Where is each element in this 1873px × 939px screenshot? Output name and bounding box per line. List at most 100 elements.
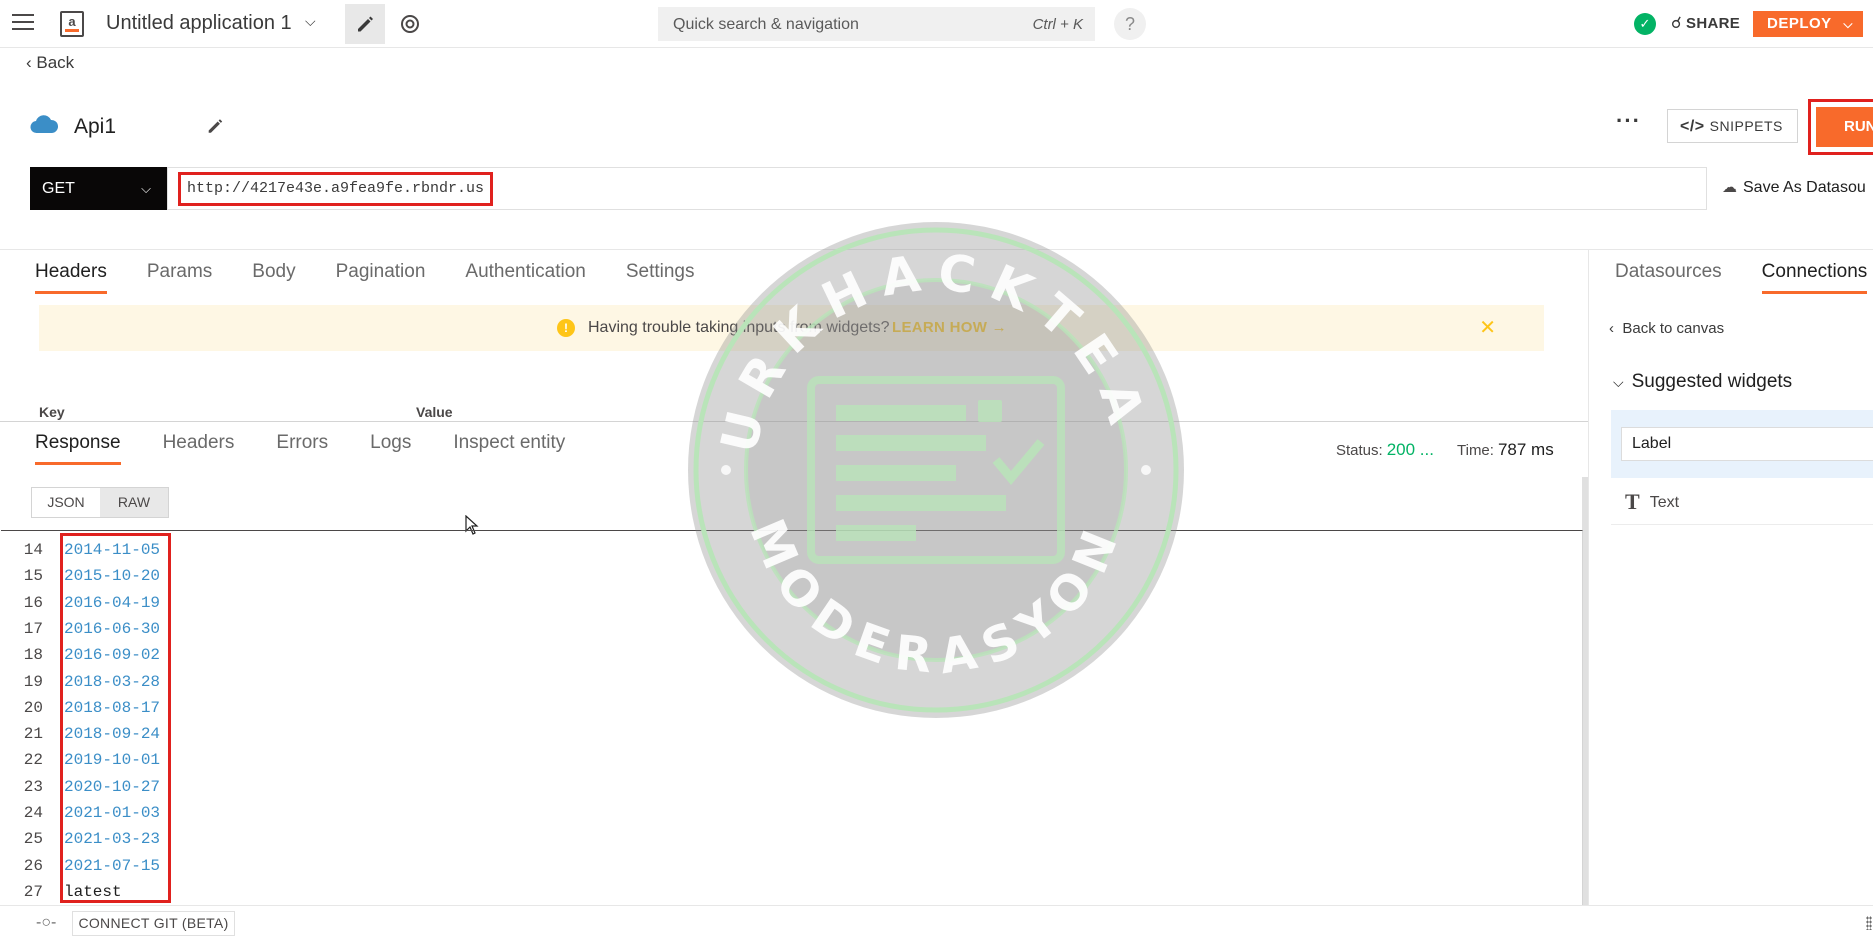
line-number: 18 — [23, 646, 43, 665]
search-placeholder: Quick search & navigation — [673, 16, 859, 33]
line-number: 14 — [23, 541, 43, 559]
text-widget-icon: T — [1625, 489, 1640, 514]
close-icon[interactable]: ✕ — [1479, 315, 1496, 340]
line-number: 25 — [23, 830, 43, 849]
raw-format-button[interactable]: RAW — [100, 488, 168, 517]
share-button[interactable]: ☌ SHARE — [1671, 13, 1740, 33]
response-status: Status: 200 ... — [1336, 440, 1434, 460]
dates-highlight-box — [60, 533, 171, 903]
cloud-icon — [30, 115, 58, 134]
method-value: GET — [42, 180, 75, 197]
chevron-down-icon: ⌵ — [1613, 374, 1624, 390]
tab-body[interactable]: Body — [252, 261, 295, 294]
line-number: 24 — [23, 804, 43, 822]
deploy-button[interactable]: DEPLOY ⌵ — [1753, 11, 1863, 37]
line-number: 21 — [23, 725, 43, 744]
key-column-header: Key — [39, 404, 65, 420]
status-label: Status: — [1336, 442, 1383, 459]
git-commit-icon: -○- — [36, 914, 57, 931]
sidebar-tabs: Datasources Connections — [1615, 261, 1873, 294]
tab-response[interactable]: Response — [35, 432, 121, 465]
back-link[interactable]: ‹ Back — [26, 53, 74, 73]
tab-pagination[interactable]: Pagination — [336, 261, 426, 294]
tab-authentication[interactable]: Authentication — [465, 261, 585, 294]
view-mode-button[interactable] — [389, 4, 425, 44]
request-tabs: Headers Params Body Pagination Authentic… — [35, 261, 734, 294]
format-toggle: JSON RAW — [31, 487, 169, 518]
url-value[interactable]: http://4217e43e.a9fea9fe.rbndr.us — [178, 172, 494, 206]
request-pane: Headers Params Body Pagination Authentic… — [0, 249, 1588, 421]
run-button[interactable]: RUN — [1816, 107, 1873, 147]
info-icon: ! — [557, 319, 575, 337]
run-highlight-box: RUN — [1808, 99, 1873, 155]
response-tabs: Response Headers Errors Logs Inspect ent… — [35, 432, 607, 465]
line-number: 26 — [23, 856, 43, 875]
eye-icon — [401, 15, 419, 33]
resize-grip-icon[interactable] — [1866, 916, 1872, 930]
time-label: Time: — [1457, 442, 1494, 459]
api-name[interactable]: Api1 — [74, 115, 116, 139]
tab-params[interactable]: Params — [147, 261, 212, 294]
chevron-down-icon[interactable]: ⌵ — [305, 13, 316, 30]
search-shortcut: Ctrl + K — [1032, 16, 1083, 33]
tab-connections[interactable]: Connections — [1761, 261, 1868, 294]
snippets-label: SNIPPETS — [1709, 118, 1783, 134]
back-label: Back — [36, 53, 75, 72]
status-value[interactable]: 200 ... — [1387, 440, 1434, 459]
tab-datasources[interactable]: Datasources — [1615, 261, 1722, 294]
time-value: 787 ms — [1497, 440, 1554, 459]
snippets-button[interactable]: </> SNIPPETS — [1667, 109, 1798, 143]
tab-logs[interactable]: Logs — [370, 432, 411, 465]
menu-icon[interactable] — [12, 14, 34, 32]
tab-headers[interactable]: Headers — [35, 261, 107, 294]
response-body-viewer[interactable]: 14 15 16 17 18 19 20 21 22 23 24 25 26 27 2014-11-05 2… — [1, 530, 1583, 907]
chevron-down-icon: ⌵ — [141, 181, 151, 196]
share-label: SHARE — [1686, 15, 1741, 32]
save-datasource-label: Save As Datasou — [1743, 179, 1866, 196]
url-input[interactable]: http://4217e43e.a9fea9fe.rbndr.us — [167, 167, 1707, 210]
share-icon: ☌ — [1671, 15, 1683, 32]
save-as-datasource-button[interactable]: ☁ Save As Datasou — [1722, 178, 1866, 197]
connect-git-button[interactable]: CONNECT GIT (BETA) — [72, 911, 235, 936]
banner-text: Having trouble taking inputs from widget… — [588, 319, 890, 336]
line-number: 15 — [23, 567, 43, 586]
widget-text[interactable]: T Text — [1611, 479, 1873, 525]
response-pane: Response Headers Errors Logs Inspect ent… — [0, 421, 1588, 907]
suggested-widgets-title: Suggested widgets — [1631, 371, 1793, 392]
learn-how-link[interactable]: LEARN HOW → — [892, 319, 1007, 336]
widget-label-card[interactable]: Label — [1611, 410, 1873, 478]
line-number: 23 — [23, 777, 43, 796]
edit-name-pencil-icon[interactable] — [206, 117, 224, 135]
tab-response-headers[interactable]: Headers — [163, 432, 235, 465]
back-to-canvas-link[interactable]: ‹ Back to canvas — [1609, 320, 1724, 337]
help-button[interactable]: ? — [1114, 8, 1146, 40]
cloud-save-icon: ☁ — [1722, 179, 1737, 196]
edit-mode-button[interactable] — [345, 4, 385, 44]
bottom-bar: -○- CONNECT GIT (BETA) — [0, 905, 1873, 939]
deploy-label: DEPLOY — [1767, 15, 1832, 32]
value-column-header: Value — [416, 404, 453, 420]
line-number: 17 — [23, 619, 43, 638]
check-circle-icon: ✓ — [1634, 13, 1656, 35]
app-title[interactable]: Untitled application 1 — [106, 12, 292, 35]
line-number: 22 — [23, 751, 43, 770]
tab-inspect-entity[interactable]: Inspect entity — [453, 432, 565, 465]
line-number: 16 — [23, 593, 43, 612]
top-bar: a Untitled application 1 ⌵ Quick search … — [0, 0, 1873, 48]
widget-text-label: Text — [1649, 494, 1680, 511]
http-method-select[interactable]: GET ⌵ — [30, 167, 167, 210]
json-format-button[interactable]: JSON — [32, 488, 100, 517]
line-number-gutter: 14 15 16 17 18 19 20 21 22 23 24 25 26 27 — [1, 531, 59, 907]
suggested-widgets-header[interactable]: ⌵ Suggested widgets — [1613, 371, 1792, 393]
app-logo-icon[interactable]: a — [60, 11, 84, 37]
tab-errors[interactable]: Errors — [276, 432, 328, 465]
right-sidebar: Datasources Connections ‹ Back to canvas… — [1588, 249, 1873, 905]
more-options-icon[interactable]: ··· — [1616, 108, 1641, 134]
line-number: 20 — [23, 698, 43, 717]
line-number: 27 — [23, 882, 43, 901]
chevron-down-icon[interactable]: ⌵ — [1843, 11, 1853, 37]
tab-settings[interactable]: Settings — [626, 261, 695, 294]
widget-label[interactable]: Label — [1621, 427, 1873, 461]
line-number: 19 — [23, 672, 43, 691]
quick-search-input[interactable]: Quick search & navigation Ctrl + K — [658, 7, 1095, 41]
